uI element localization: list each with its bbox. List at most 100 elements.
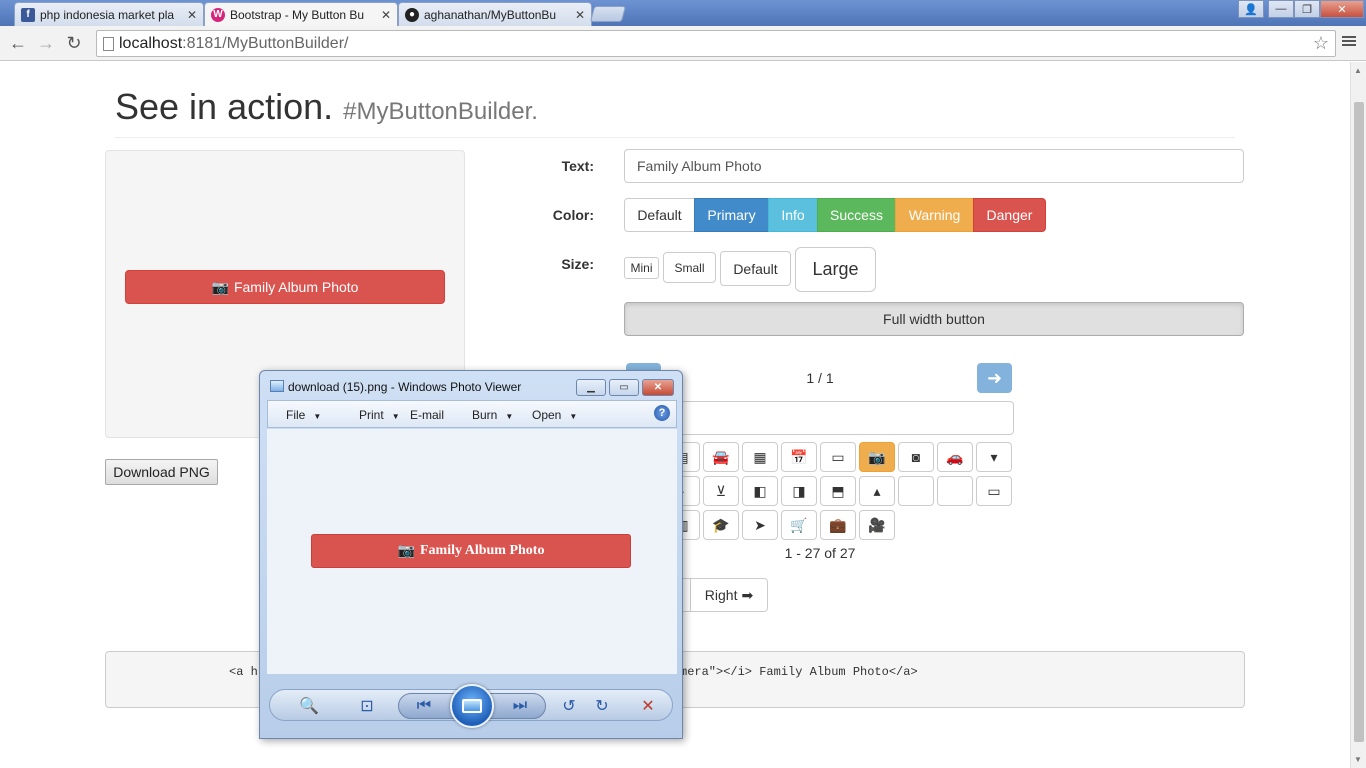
code-output-start: <a h bbox=[229, 665, 258, 679]
scroll-up-icon[interactable]: ▲ bbox=[1354, 66, 1362, 75]
caret-down-icon[interactable]: ▾ bbox=[976, 442, 1012, 472]
caret-square-right-icon[interactable]: ◨ bbox=[781, 476, 817, 506]
tab-label: Bootstrap - My Button Bu bbox=[230, 7, 365, 22]
calendar-blank-icon[interactable]: ▭ bbox=[820, 442, 856, 472]
zoom-icon[interactable]: 🔍 bbox=[296, 695, 322, 717]
menu-print[interactable]: Print ▼ bbox=[359, 408, 400, 422]
color-success-button[interactable]: Success bbox=[817, 198, 896, 232]
tab-close-icon[interactable]: ✕ bbox=[575, 8, 585, 22]
tab-bootstrap-builder[interactable]: W Bootstrap - My Button Bu ✕ bbox=[204, 2, 398, 26]
tab-close-icon[interactable]: ✕ bbox=[381, 8, 391, 22]
icon-count: 1 - 27 of 27 bbox=[784, 545, 856, 561]
profile-icon[interactable]: 👤 bbox=[1238, 0, 1264, 18]
pv-maximize-button[interactable]: ▭ bbox=[609, 379, 639, 396]
color-warning-button[interactable]: Warning bbox=[895, 198, 974, 232]
tab-github[interactable]: ● aghanathan/MyButtonBu ✕ bbox=[398, 2, 592, 26]
pv-close-button[interactable]: ✕ bbox=[642, 379, 674, 396]
menu-open[interactable]: Open ▼ bbox=[532, 408, 577, 422]
previous-icon[interactable]: ⏮ bbox=[411, 695, 437, 717]
chevron-down-icon: ▼ bbox=[569, 412, 578, 421]
blank-icon[interactable] bbox=[937, 476, 973, 506]
caret-square-down-icon[interactable]: ⊻ bbox=[703, 476, 739, 506]
new-tab-button[interactable] bbox=[589, 6, 627, 22]
size-large-button[interactable]: Large bbox=[795, 247, 876, 292]
caret-square-left-icon[interactable]: ◧ bbox=[742, 476, 778, 506]
credit-card-icon[interactable]: ▭ bbox=[976, 476, 1012, 506]
right-position-button[interactable]: Right ➡ bbox=[690, 578, 768, 612]
tab-close-icon[interactable]: ✕ bbox=[187, 8, 197, 22]
scroll-thumb[interactable] bbox=[1354, 102, 1364, 742]
download-png-button[interactable]: Download PNG bbox=[105, 459, 218, 485]
bookmark-star-icon[interactable]: ☆ bbox=[1313, 33, 1329, 54]
size-small-button[interactable]: Small bbox=[663, 252, 716, 283]
slideshow-button[interactable] bbox=[450, 684, 494, 728]
graduation-cap-icon[interactable]: 🎓 bbox=[703, 510, 739, 540]
tab-php-indonesia[interactable]: f php indonesia market pla ✕ bbox=[14, 2, 204, 26]
blank-icon[interactable] bbox=[898, 476, 934, 506]
tab-label: php indonesia market pla bbox=[40, 7, 175, 22]
calculator-icon[interactable]: ▦ bbox=[742, 442, 778, 472]
menu-file[interactable]: File ▼ bbox=[286, 408, 321, 422]
next-page-button[interactable]: ➜ bbox=[977, 363, 1012, 393]
github-icon: ● bbox=[405, 7, 419, 22]
rotate-ccw-icon[interactable]: ↺ bbox=[556, 695, 582, 717]
minimize-button[interactable]: — bbox=[1268, 0, 1294, 18]
tab-label: aghanathan/MyButtonBu bbox=[424, 7, 557, 22]
shopping-cart-icon[interactable]: 🛒 bbox=[781, 510, 817, 540]
rotate-cw-icon[interactable]: ↻ bbox=[589, 695, 615, 717]
right-label: Right bbox=[704, 587, 738, 603]
camera-retro-icon[interactable]: ◙ bbox=[898, 442, 934, 472]
photo-viewer-title: download (15).png - Windows Photo Viewer bbox=[288, 380, 522, 394]
photo-viewer-icon bbox=[270, 380, 284, 392]
menu-burn[interactable]: Burn ▼ bbox=[472, 408, 513, 422]
car-icon[interactable]: 🚘 bbox=[703, 442, 739, 472]
video-camera-icon[interactable]: 🎥 bbox=[859, 510, 895, 540]
color-primary-button[interactable]: Primary bbox=[694, 198, 769, 232]
size-mini-button[interactable]: Mini bbox=[624, 257, 659, 279]
color-danger-button[interactable]: Danger bbox=[973, 198, 1046, 232]
size-default-button[interactable]: Default bbox=[720, 251, 791, 286]
title-text: See in action. bbox=[115, 86, 334, 127]
page-scrollbar[interactable]: ▲ ▼ bbox=[1350, 62, 1366, 768]
camera-icon: 📷 bbox=[397, 543, 415, 559]
menu-email[interactable]: E-mail bbox=[410, 408, 444, 422]
photo-viewer-canvas: 📷 Family Album Photo bbox=[267, 429, 677, 674]
text-input[interactable]: Family Album Photo bbox=[624, 149, 1244, 183]
chevron-down-icon: ▼ bbox=[313, 412, 322, 421]
pager-text: 1 / 1 bbox=[806, 370, 834, 386]
calendar-icon[interactable]: 📅 bbox=[781, 442, 817, 472]
delete-icon[interactable]: ✕ bbox=[635, 695, 661, 717]
suitcase-icon[interactable]: 💼 bbox=[820, 510, 856, 540]
caret-up-icon[interactable]: ▴ bbox=[859, 476, 895, 506]
preview-button[interactable]: 📷 Family Album Photo bbox=[125, 270, 445, 304]
photo-viewer-window[interactable]: download (15).png - Windows Photo Viewer… bbox=[259, 370, 683, 739]
address-bar[interactable]: localhost:8181/MyButtonBuilder/ ☆ bbox=[96, 30, 1336, 57]
menu-email-label: E-mail bbox=[410, 408, 445, 422]
next-icon[interactable]: ⏭ bbox=[507, 695, 533, 717]
caret-square-up-icon[interactable]: ⬒ bbox=[820, 476, 856, 506]
restore-button[interactable]: ❐ bbox=[1294, 0, 1320, 18]
photo-viewer-menu-bar: File ▼ Print ▼ E-mail Burn ▼ Open ▼ ? bbox=[267, 400, 677, 428]
actual-size-icon[interactable]: ⊡ bbox=[354, 695, 380, 717]
full-width-toggle-button[interactable]: Full width button bbox=[624, 302, 1244, 336]
help-icon[interactable]: ? bbox=[654, 405, 670, 421]
url-path: :8181/MyButtonBuilder/ bbox=[182, 34, 349, 52]
location-arrow-icon[interactable]: ➤ bbox=[742, 510, 778, 540]
color-info-button[interactable]: Info bbox=[768, 198, 818, 232]
color-default-button[interactable]: Default bbox=[624, 198, 695, 232]
reload-icon[interactable]: ↻ bbox=[64, 33, 84, 53]
car-front-icon[interactable]: 🚗 bbox=[937, 442, 973, 472]
camera-icon[interactable]: 📷 bbox=[859, 442, 895, 472]
pv-minimize-button[interactable]: ▁ bbox=[576, 379, 606, 396]
color-label: Color: bbox=[552, 207, 594, 223]
forward-arrow-icon[interactable]: → bbox=[36, 33, 56, 53]
menu-file-label: File bbox=[286, 408, 306, 422]
scroll-down-icon[interactable]: ▼ bbox=[1354, 755, 1362, 764]
menu-burn-label: Burn bbox=[472, 408, 498, 422]
back-arrow-icon[interactable]: ← bbox=[8, 33, 28, 53]
close-window-button[interactable]: ✕ bbox=[1320, 0, 1364, 18]
arrow-right-icon: ➡ bbox=[741, 586, 754, 603]
menu-icon[interactable] bbox=[1342, 34, 1356, 48]
menu-open-label: Open bbox=[532, 408, 562, 422]
page-title: See in action. #MyButtonBuilder. bbox=[115, 86, 538, 128]
